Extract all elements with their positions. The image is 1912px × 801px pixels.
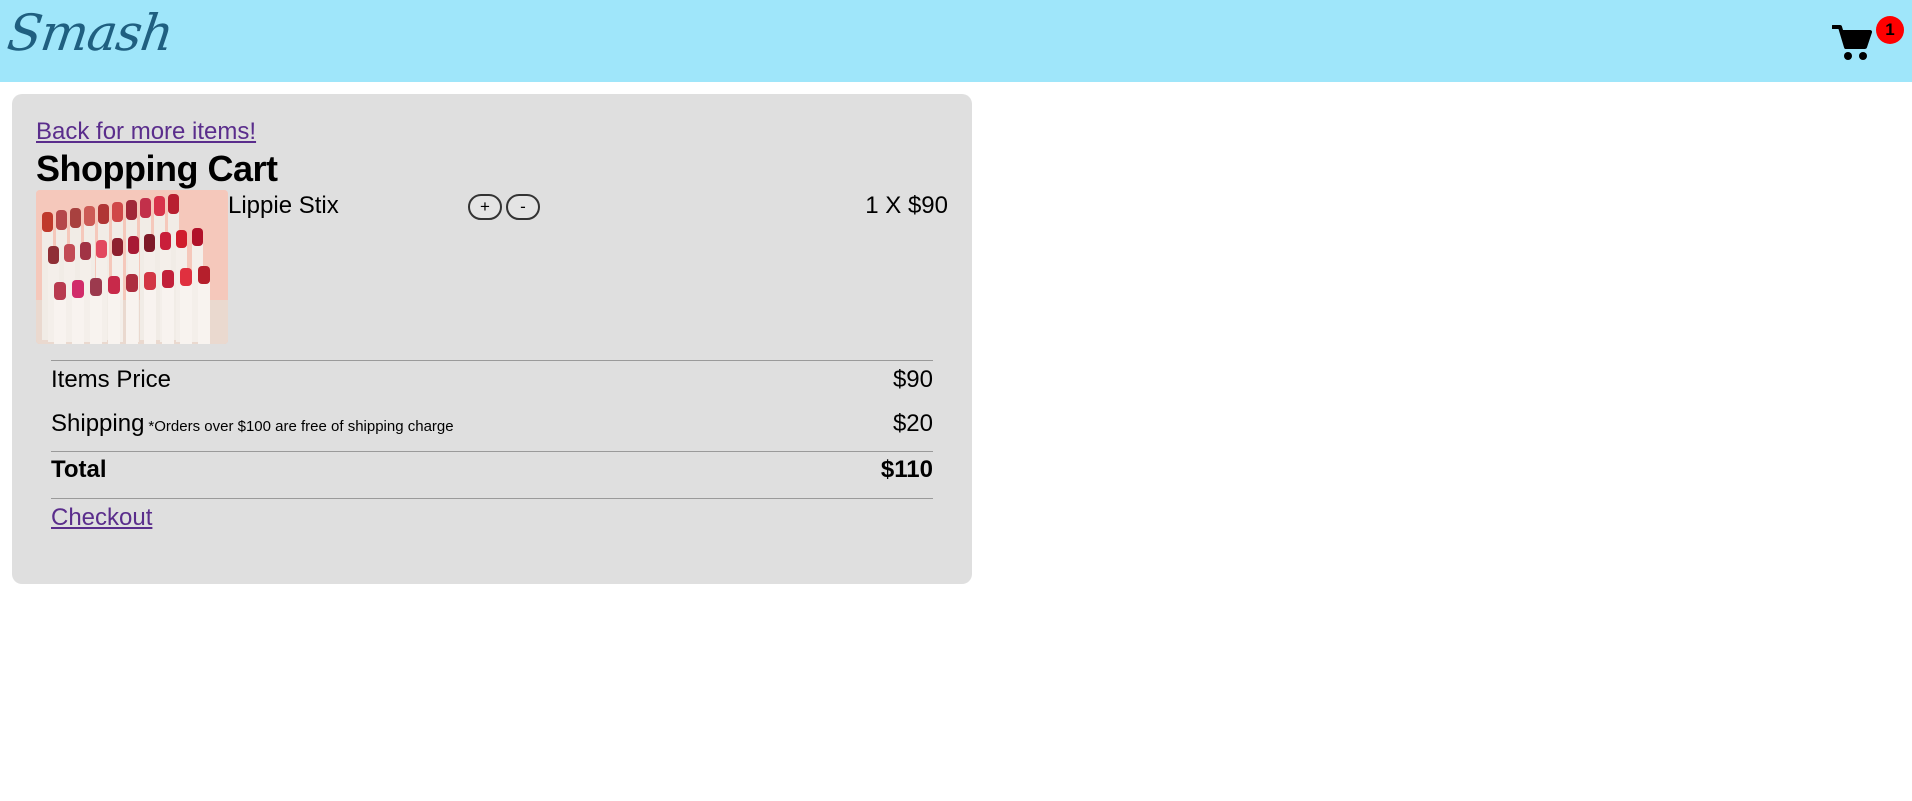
summary-divider-bottom [51,498,933,499]
product-name: Lippie Stix [228,192,339,219]
shipping-value: $20 [892,410,933,437]
product-image [36,190,228,344]
total-value: $110 [880,456,933,483]
total-label: Total [51,456,107,483]
shopping-cart-icon [1832,25,1872,60]
shipping-row: Shipping *Orders over $100 are free of sh… [51,410,454,438]
back-for-more-items-link[interactable]: Back for more items! [36,118,256,146]
item-quantity-price: 1 X $90 [865,192,948,219]
cart-count-badge: 1 [1876,16,1904,44]
page-title: Shopping Cart [36,148,278,189]
items-price-label: Items Price [51,366,172,393]
increase-quantity-button[interactable]: + [468,194,502,220]
cart-button[interactable]: 1 [1832,16,1904,70]
top-navbar: Smash 1 [0,0,1912,82]
summary-divider-middle [51,451,933,452]
shopping-cart-panel: Back for more items! Shopping Cart Lippi… [12,94,972,584]
shipping-label: Shipping [51,410,145,437]
items-price-value: $90 [892,366,933,393]
shipping-note: *Orders over $100 are free of shipping c… [148,418,454,435]
checkout-link[interactable]: Checkout [51,504,152,532]
brand-logo[interactable]: Smash [4,4,176,62]
decrease-quantity-button[interactable]: - [506,194,540,220]
summary-divider-top [51,360,933,361]
lipstick-collection-image [36,190,228,344]
